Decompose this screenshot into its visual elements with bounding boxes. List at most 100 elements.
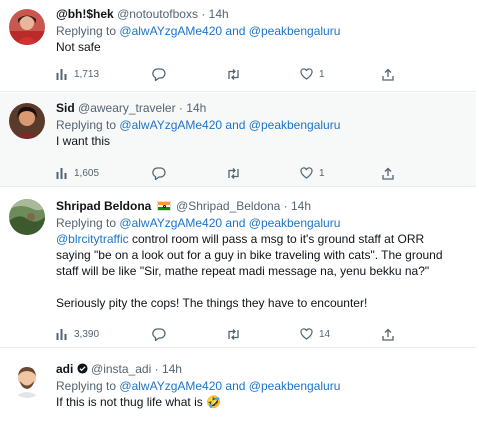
tweet-text: I want this: [56, 134, 111, 148]
reply-button[interactable]: [152, 327, 166, 341]
india-flag-icon: [156, 201, 171, 211]
like-button[interactable]: 1: [300, 68, 325, 80]
tweet-text: @blrcitytraffic control room will pass a…: [56, 231, 466, 311]
reply-mention-link[interactable]: @peakbengaluru: [249, 216, 341, 230]
replying-prefix: Replying to: [56, 379, 117, 393]
timestamp[interactable]: 14h: [186, 101, 206, 115]
reply-mention-link[interactable]: @alwAYzgAMe420: [119, 379, 222, 393]
retweet-icon: [228, 167, 239, 179]
reply-tweet[interactable]: Sid @aweary_traveler · 14h Replying to @…: [0, 93, 476, 187]
tweet-text: If this is not thug life what is 🤣: [56, 394, 466, 410]
tweet-header: Shripad Beldona @Shripad_Beldona · 14h: [56, 199, 466, 214]
verified-badge-icon: [77, 363, 88, 374]
share-icon: [382, 167, 394, 180]
comment-icon: [152, 327, 166, 341]
reply-and-text: and: [225, 379, 246, 393]
separator: ·: [201, 7, 206, 21]
timestamp[interactable]: 14h: [291, 199, 311, 213]
tweet-header: Sid @aweary_traveler · 14h: [56, 101, 466, 116]
reply-mention-link[interactable]: @alwAYzgAMe420: [119, 24, 222, 38]
tweet-header: @bh!$hek @notoutofboxs · 14h: [56, 7, 466, 22]
views-button[interactable]: 1,713: [56, 68, 99, 80]
action-bar: 3,390 14: [56, 326, 396, 342]
retweet-icon: [228, 68, 239, 80]
retweet-button[interactable]: [226, 68, 241, 81]
tweet-text-segment: If this is not thug life what is: [56, 395, 203, 409]
replying-prefix: Replying to: [56, 216, 117, 230]
reply-button[interactable]: [152, 166, 166, 180]
reply-mention-link[interactable]: @peakbengaluru: [249, 379, 341, 393]
bar-chart-icon: [56, 329, 67, 340]
timestamp[interactable]: 14h: [209, 7, 229, 21]
likes-count: 1: [319, 68, 325, 80]
action-bar: 1,713 1: [56, 66, 396, 82]
mention-link[interactable]: @blrcitytraffic: [56, 232, 129, 246]
avatar[interactable]: [9, 199, 45, 235]
heart-icon: [300, 167, 313, 179]
retweet-button[interactable]: [226, 328, 241, 341]
reply-mention-link[interactable]: @peakbengaluru: [249, 24, 341, 38]
replying-prefix: Replying to: [56, 118, 117, 132]
share-button[interactable]: [382, 68, 394, 81]
display-name[interactable]: adi: [56, 362, 73, 376]
comment-icon: [152, 67, 166, 81]
avatar[interactable]: [9, 9, 45, 45]
bar-chart-icon: [56, 168, 67, 179]
reply-button[interactable]: [152, 67, 166, 81]
separator: ·: [154, 362, 159, 376]
reply-and-text: and: [225, 118, 246, 132]
likes-count: 14: [319, 328, 331, 340]
heart-icon: [300, 328, 313, 340]
tweet-header: adi @insta_adi · 14h: [56, 362, 466, 377]
avatar[interactable]: [9, 362, 45, 398]
user-handle[interactable]: @aweary_traveler: [78, 101, 176, 115]
display-name[interactable]: Sid: [56, 101, 75, 115]
reply-tweet[interactable]: @bh!$hek @notoutofboxs · 14h Replying to…: [0, 0, 476, 92]
views-count: 1,713: [74, 68, 100, 80]
avatar[interactable]: [9, 103, 45, 139]
rofl-emoji-icon: 🤣: [206, 395, 222, 409]
bar-chart-icon: [56, 69, 67, 80]
reply-and-text: and: [225, 216, 246, 230]
views-count: 1,605: [74, 167, 100, 179]
user-handle[interactable]: @Shripad_Beldona: [176, 199, 280, 213]
retweet-icon: [228, 328, 239, 340]
tweet-text-line: Seriously pity the cops! The things they…: [56, 296, 368, 310]
retweet-button[interactable]: [226, 167, 241, 180]
tweet-text-line: saying "be on a look out for a guy in bi…: [56, 248, 443, 262]
tweet-text-line: @blrcitytraffic control room will pass a…: [56, 231, 466, 247]
separator: ·: [283, 199, 288, 213]
user-handle[interactable]: @insta_adi: [91, 362, 151, 376]
display-name[interactable]: @bh!$hek: [56, 7, 114, 21]
views-count: 3,390: [74, 328, 100, 340]
like-button[interactable]: 14: [300, 328, 330, 340]
share-button[interactable]: [382, 167, 394, 180]
timestamp[interactable]: 14h: [162, 362, 182, 376]
replying-to: Replying to @alwAYzgAMe420 and @peakbeng…: [56, 215, 466, 231]
replying-prefix: Replying to: [56, 24, 117, 38]
reply-mention-link[interactable]: @alwAYzgAMe420: [119, 216, 222, 230]
separator: ·: [178, 101, 183, 115]
action-bar: 1,605 1: [56, 165, 396, 181]
views-button[interactable]: 3,390: [56, 328, 99, 340]
reply-and-text: and: [225, 24, 246, 38]
comment-icon: [152, 166, 166, 180]
like-button[interactable]: 1: [300, 167, 325, 179]
user-handle[interactable]: @notoutofboxs: [117, 7, 198, 21]
views-button[interactable]: 1,605: [56, 167, 99, 179]
share-icon: [382, 68, 394, 81]
tweet-text: Not safe: [56, 40, 101, 54]
replying-to: Replying to @alwAYzgAMe420 and @peakbeng…: [56, 378, 466, 394]
replying-to: Replying to @alwAYzgAMe420 and @peakbeng…: [56, 117, 466, 133]
reply-mention-link[interactable]: @peakbengaluru: [249, 118, 341, 132]
reply-tweet[interactable]: Shripad Beldona @Shripad_Beldona · 14h R…: [0, 188, 476, 348]
replying-to: Replying to @alwAYzgAMe420 and @peakbeng…: [56, 23, 466, 39]
tweet-text-line: staff will be like "Sir, mathe repeat ma…: [56, 264, 430, 278]
reply-mention-link[interactable]: @alwAYzgAMe420: [119, 118, 222, 132]
share-button[interactable]: [382, 328, 394, 341]
likes-count: 1: [319, 167, 325, 179]
reply-tweet[interactable]: adi @insta_adi · 14h Replying to @alwAYz…: [0, 349, 476, 422]
share-icon: [382, 328, 394, 341]
display-name[interactable]: Shripad Beldona: [56, 199, 151, 213]
heart-icon: [300, 68, 313, 80]
